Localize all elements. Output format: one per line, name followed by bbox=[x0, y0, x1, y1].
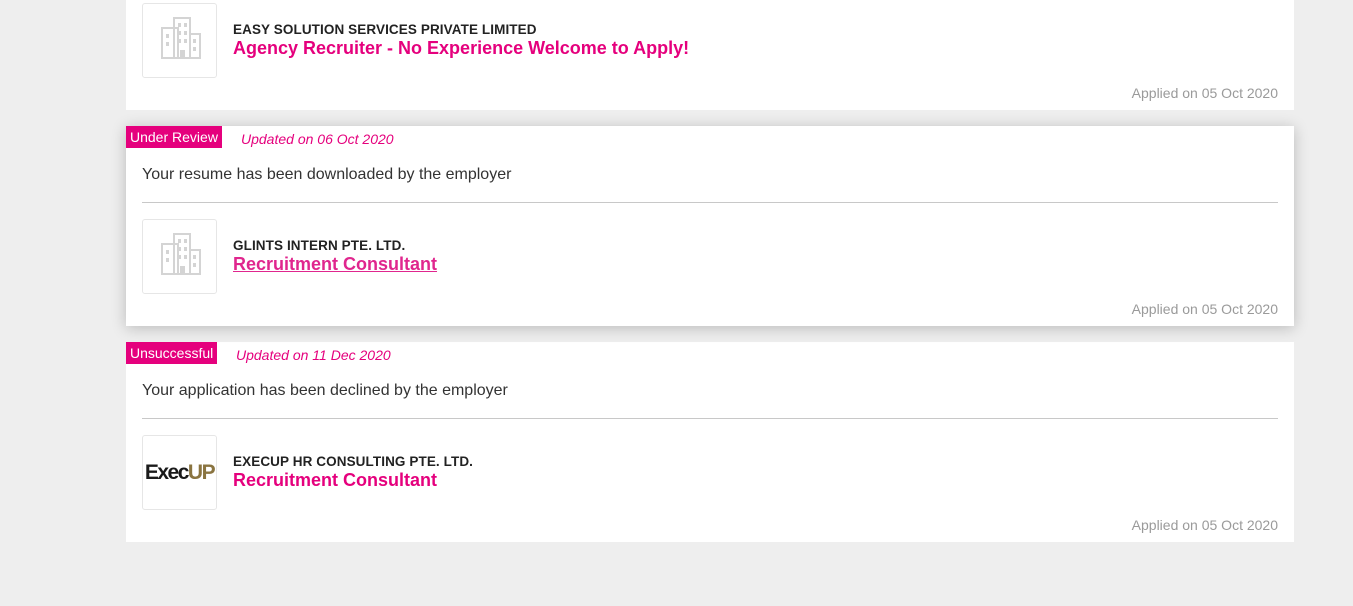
application-card: Unsuccessful Updated on 11 Dec 2020 Your… bbox=[126, 342, 1294, 542]
company-name: EXECUP HR CONSULTING PTE. LTD. bbox=[233, 454, 474, 469]
company-logo[interactable]: ExecUP bbox=[142, 435, 217, 510]
status-updated-date: Updated on 11 Dec 2020 bbox=[236, 347, 391, 363]
job-title-link[interactable]: Recruitment Consultant bbox=[233, 470, 437, 491]
company-logo[interactable] bbox=[142, 219, 217, 294]
status-updated-date: Updated on 06 Oct 2020 bbox=[241, 131, 394, 147]
applied-date: Applied on 05 Oct 2020 bbox=[1131, 517, 1278, 533]
application-card: EASY SOLUTION SERVICES PRIVATE LIMITED A… bbox=[126, 0, 1294, 110]
execup-logo: ExecUP bbox=[144, 460, 216, 484]
building-icon bbox=[154, 228, 206, 285]
status-message: Your resume has been downloaded by the e… bbox=[142, 166, 512, 183]
job-title-link[interactable]: Agency Recruiter - No Experience Welcome… bbox=[233, 38, 689, 59]
divider bbox=[142, 418, 1278, 419]
status-badge: Unsuccessful bbox=[126, 342, 218, 364]
company-name: GLINTS INTERN PTE. LTD. bbox=[233, 238, 406, 253]
job-title-link[interactable]: Recruitment Consultant bbox=[233, 254, 437, 275]
status-message: Your application has been declined by th… bbox=[142, 382, 508, 399]
divider bbox=[142, 202, 1278, 203]
building-icon bbox=[154, 12, 206, 69]
applied-date: Applied on 05 Oct 2020 bbox=[1131, 85, 1278, 101]
application-card: Under Review Updated on 06 Oct 2020 Your… bbox=[126, 126, 1294, 326]
applied-date: Applied on 05 Oct 2020 bbox=[1131, 301, 1278, 317]
status-badge: Under Review bbox=[126, 126, 222, 148]
company-name: EASY SOLUTION SERVICES PRIVATE LIMITED bbox=[233, 22, 537, 37]
company-logo[interactable] bbox=[142, 3, 217, 78]
